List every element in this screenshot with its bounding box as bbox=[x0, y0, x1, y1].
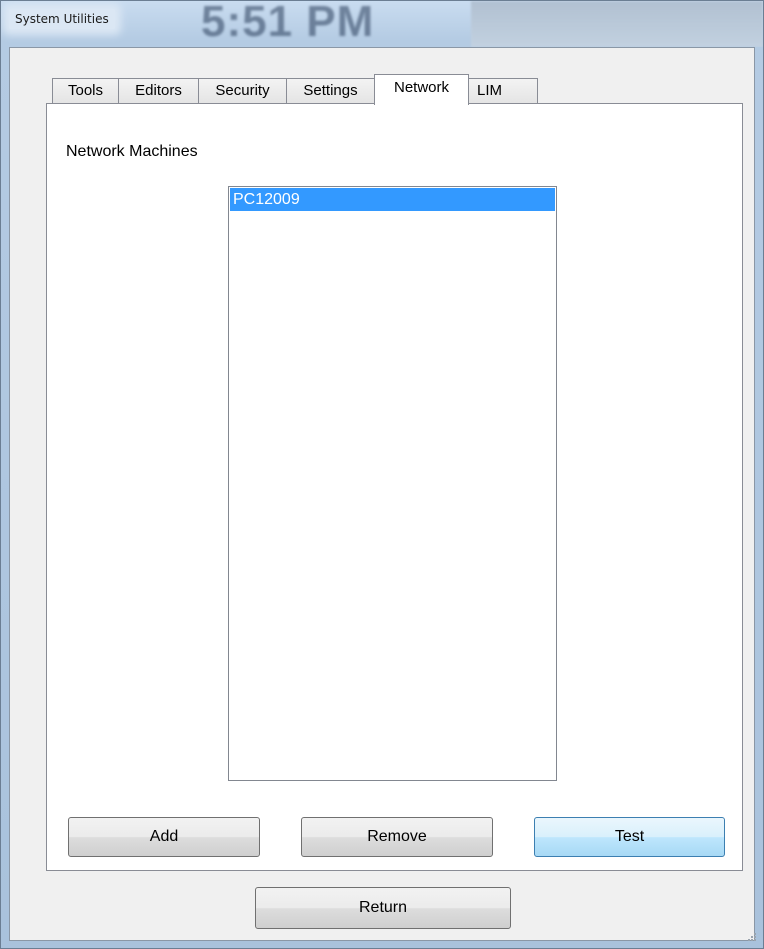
list-item[interactable]: PC12009 bbox=[230, 188, 555, 211]
tab-label: Network bbox=[393, 79, 449, 96]
resize-grip-icon[interactable] bbox=[746, 931, 756, 941]
return-button[interactable]: Return bbox=[255, 887, 511, 929]
tab-label: Settings bbox=[303, 82, 358, 99]
title-bar[interactable]: 5:51 PM System Utilities bbox=[1, 1, 763, 47]
tab-label: LIM bbox=[477, 82, 503, 99]
tab-tools[interactable]: Tools bbox=[52, 78, 119, 104]
background-taskbar-blur bbox=[471, 1, 763, 47]
tab-label: Tools bbox=[67, 82, 104, 99]
add-button[interactable]: Add bbox=[68, 817, 260, 857]
network-machines-label: Network Machines bbox=[66, 143, 198, 160]
tab-label: Security bbox=[215, 82, 270, 99]
tab-security[interactable]: Security bbox=[198, 78, 287, 104]
test-button[interactable]: Test bbox=[534, 817, 725, 857]
tab-settings[interactable]: Settings bbox=[286, 78, 375, 104]
background-clock: 5:51 PM bbox=[201, 1, 375, 46]
tab-label: Editors bbox=[135, 82, 182, 99]
network-machines-list[interactable]: PC12009 bbox=[228, 186, 557, 781]
remove-button[interactable]: Remove bbox=[301, 817, 493, 857]
tab-lim[interactable]: LIM bbox=[468, 78, 538, 104]
tab-editors[interactable]: Editors bbox=[118, 78, 199, 104]
window-title: System Utilities bbox=[9, 9, 115, 29]
tab-network[interactable]: Network bbox=[374, 74, 469, 105]
